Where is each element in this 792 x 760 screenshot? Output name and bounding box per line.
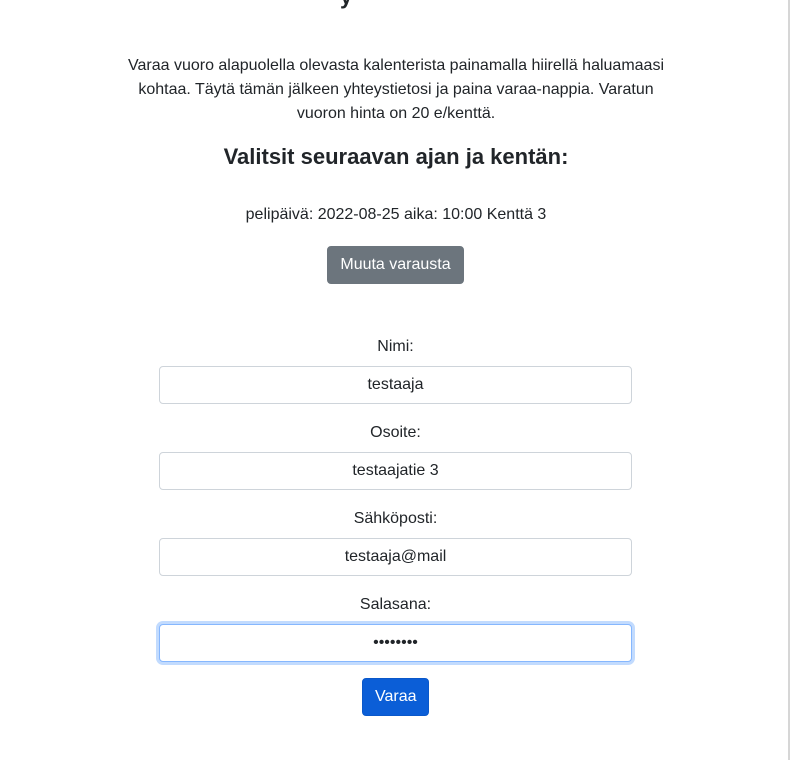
change-booking-button[interactable]: Muuta varausta [327, 246, 464, 284]
address-label: Osoite: [370, 424, 421, 441]
name-input[interactable] [159, 366, 632, 404]
selection-title: Valitsit seuraavan ajan ja kentän: [223, 144, 569, 169]
address-input[interactable] [159, 452, 632, 490]
booking-page: y Varaa vuoro alapuolella olevasta kalen… [0, 0, 790, 760]
name-label: Nimi: [377, 338, 414, 355]
email-input[interactable] [159, 538, 632, 576]
password-label: Salasana: [359, 596, 432, 613]
selection-details: pelipäivä: 2022-08-25 aika: 10:00 Kenttä… [245, 206, 547, 223]
submit-booking-button[interactable]: Varaa [362, 678, 429, 716]
page-heading-cut-off: y [340, 0, 352, 10]
password-input[interactable] [159, 624, 632, 662]
email-label: Sähköposti: [353, 510, 438, 527]
intro-text: Varaa vuoro alapuolella olevasta kalente… [127, 57, 665, 122]
